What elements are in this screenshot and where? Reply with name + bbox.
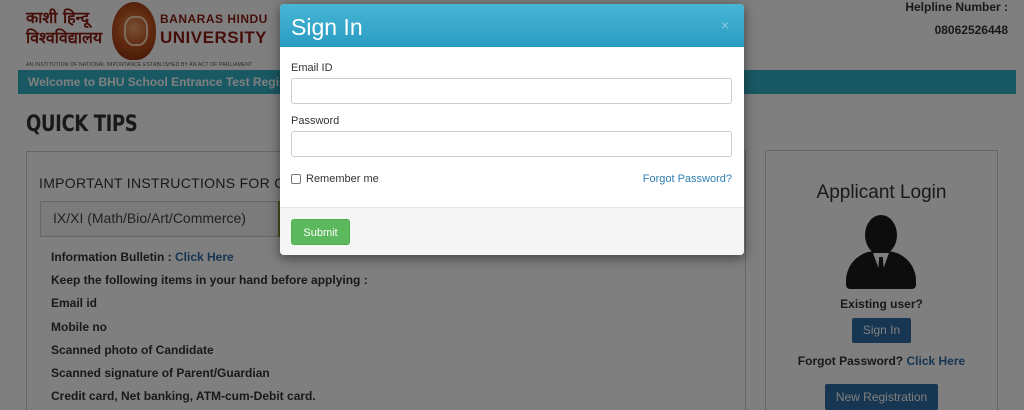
remember-me[interactable]: Remember me (291, 173, 379, 185)
modal-footer: Submit (280, 207, 744, 255)
email-field[interactable] (291, 78, 732, 104)
modal-header: Sign In × (280, 4, 744, 47)
close-icon[interactable]: × (718, 18, 732, 32)
modal-title: Sign In (291, 14, 363, 40)
remember-me-checkbox[interactable] (291, 174, 301, 184)
password-label: Password (291, 115, 340, 127)
remember-me-label: Remember me (306, 173, 379, 185)
sign-in-modal: Sign In × Email ID Password Remember me … (280, 4, 744, 255)
password-field[interactable] (291, 131, 732, 157)
submit-button[interactable]: Submit (291, 219, 350, 245)
email-label: Email ID (291, 62, 333, 74)
forgot-password-link[interactable]: Forgot Password? (643, 173, 732, 185)
